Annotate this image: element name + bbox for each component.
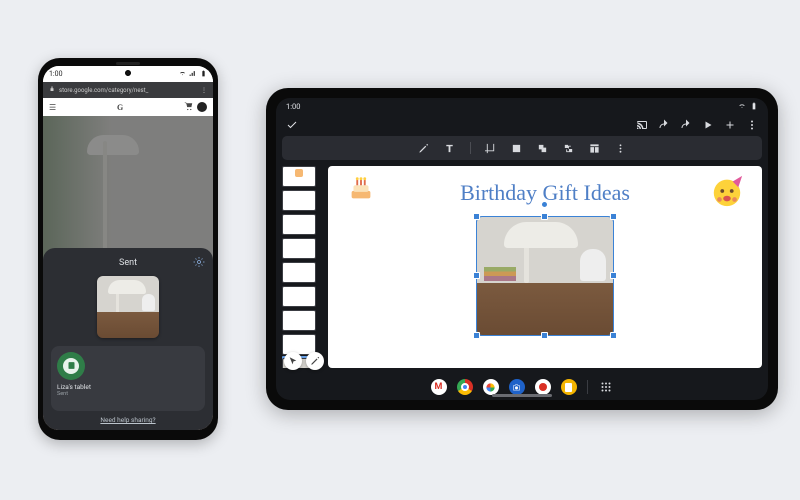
lock-icon — [49, 86, 55, 94]
inserted-image[interactable] — [476, 216, 614, 336]
slides-edit-toolbar — [282, 136, 762, 160]
camera-app-icon[interactable] — [509, 379, 525, 395]
more-button[interactable] — [746, 119, 758, 131]
more-icon — [746, 119, 758, 131]
slide-thumbnail-strip[interactable] — [282, 166, 322, 368]
slides-workspace: Birthday Gift Ideas — [276, 160, 768, 374]
replace-tool[interactable] — [563, 142, 575, 154]
toolbar-separator — [470, 142, 471, 154]
slide-thumbnail[interactable] — [282, 190, 316, 211]
add-button[interactable] — [724, 119, 736, 131]
gear-icon — [193, 256, 205, 268]
play-icon — [702, 119, 714, 131]
share-status-title: Sent — [119, 258, 137, 268]
avatar[interactable] — [197, 102, 207, 112]
redo-button[interactable] — [680, 119, 692, 131]
phone-front-camera — [125, 70, 131, 76]
fab-draw[interactable] — [306, 352, 324, 370]
text-tool[interactable] — [444, 142, 456, 154]
pen-icon — [310, 356, 320, 366]
gmail-app-icon[interactable]: M — [431, 379, 447, 395]
app-bar-actions — [636, 119, 758, 131]
nearby-share-sheet: Sent Liza's tablet Sent — [43, 248, 213, 430]
tablet-device: 1:00 — [266, 88, 778, 410]
wifi-icon — [738, 102, 746, 110]
slide-thumbnail[interactable] — [282, 238, 316, 259]
layout-tool[interactable] — [589, 142, 601, 154]
slide-title[interactable]: Birthday Gift Ideas — [328, 180, 762, 206]
slide-thumbnail[interactable] — [282, 166, 316, 187]
share-target-status: Sent — [57, 391, 68, 397]
mask-tool[interactable] — [537, 142, 549, 154]
present-button[interactable] — [702, 119, 714, 131]
recorder-app-icon[interactable] — [535, 379, 551, 395]
phone-status-icons — [177, 70, 208, 79]
browser-url-bar[interactable]: store.google.com/category/nest_ ⋮ — [43, 82, 213, 98]
phone-clock: 1:00 — [49, 70, 63, 78]
url-text: store.google.com/category/nest_ — [59, 87, 197, 94]
more-icon — [615, 143, 626, 154]
undo-icon — [658, 119, 670, 131]
apps-grid-icon — [600, 381, 612, 393]
share-preview-thumbnail — [97, 276, 159, 338]
pen-tool[interactable] — [418, 142, 430, 154]
toolbar-more[interactable] — [615, 142, 627, 154]
slides-app-bar — [276, 114, 768, 136]
share-header: Sent — [51, 256, 205, 270]
slide-thumbnail[interactable] — [282, 214, 316, 235]
share-target-name: Liza's tablet — [57, 383, 91, 391]
text-icon — [444, 143, 455, 154]
store-header: ☰ G — [43, 98, 213, 116]
hamburger-icon[interactable]: ☰ — [49, 103, 56, 112]
tablet-status-bar: 1:00 — [276, 98, 768, 114]
phone-screen: 1:00 store.google.com/category/nest_ ⋮ ☰… — [43, 66, 213, 430]
phone-speaker — [116, 62, 140, 65]
floating-tool-buttons — [284, 352, 324, 370]
replace-icon — [563, 143, 574, 154]
cast-button[interactable] — [636, 119, 648, 131]
tablet-icon — [57, 352, 85, 380]
crop-icon — [485, 143, 496, 154]
signal-icon — [189, 70, 196, 77]
share-target[interactable]: Liza's tablet Sent — [57, 352, 105, 397]
undo-button[interactable] — [658, 119, 670, 131]
phone-device: 1:00 store.google.com/category/nest_ ⋮ ☰… — [38, 58, 218, 440]
slide-thumbnail[interactable] — [282, 286, 316, 307]
pen-icon — [418, 143, 429, 154]
fab-cursor[interactable] — [284, 352, 302, 370]
share-targets-panel: Liza's tablet Sent — [51, 346, 205, 411]
home-indicator[interactable] — [492, 394, 552, 397]
slide-thumbnail[interactable] — [282, 262, 316, 283]
camera-icon — [512, 383, 521, 392]
taskbar-separator — [587, 380, 588, 394]
google-logo: G — [117, 103, 123, 112]
mask-icon — [537, 143, 548, 154]
all-apps-button[interactable] — [598, 379, 614, 395]
share-help-link[interactable]: Need help sharing? — [51, 411, 205, 426]
slide-canvas[interactable]: Birthday Gift Ideas — [328, 166, 762, 368]
cursor-icon — [288, 356, 298, 366]
image-tool[interactable] — [511, 142, 523, 154]
browser-menu-icon[interactable]: ⋮ — [201, 87, 207, 94]
crop-tool[interactable] — [485, 142, 497, 154]
wifi-icon — [179, 70, 186, 77]
layout-icon — [589, 143, 600, 154]
redo-icon — [680, 119, 692, 131]
battery-icon — [200, 70, 207, 77]
plus-icon — [724, 119, 736, 131]
done-button[interactable] — [286, 116, 298, 135]
battery-icon — [750, 102, 758, 110]
slide-thumbnail[interactable] — [282, 310, 316, 331]
tablet-screen: 1:00 — [276, 98, 768, 400]
cast-icon — [636, 119, 648, 131]
tablet-clock: 1:00 — [286, 102, 300, 111]
slides-app-icon[interactable] — [561, 379, 577, 395]
share-settings-button[interactable] — [193, 256, 205, 268]
phone-content: Sent Liza's tablet Sent — [43, 116, 213, 430]
chrome-app-icon[interactable] — [457, 379, 473, 395]
cart-icon[interactable] — [184, 102, 193, 113]
image-icon — [511, 143, 522, 154]
photos-app-icon[interactable] — [483, 379, 499, 395]
